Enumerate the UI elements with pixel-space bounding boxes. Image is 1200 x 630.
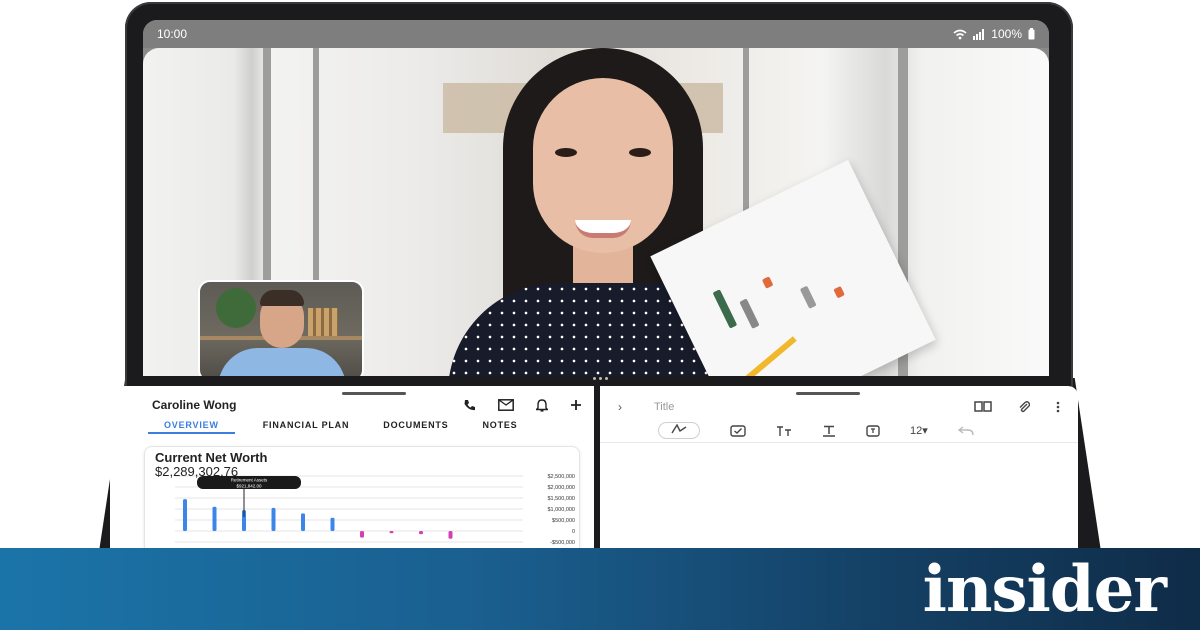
font-size-select[interactable]: 12▾ bbox=[910, 424, 928, 437]
status-icons: 100% bbox=[953, 27, 1035, 41]
caller-eye bbox=[629, 148, 651, 157]
more-vertical-icon[interactable] bbox=[1056, 401, 1060, 413]
pip-plant bbox=[216, 288, 256, 328]
crm-app-pane: Caroline Wong OVERVIEW FINANCIAL PLAN DO… bbox=[110, 386, 594, 550]
y-tick-label: 0 bbox=[572, 529, 575, 535]
client-name: Caroline Wong bbox=[152, 398, 237, 412]
checkbox-icon[interactable] bbox=[730, 424, 746, 437]
pane-grabber[interactable] bbox=[796, 392, 860, 395]
main-video-feed bbox=[143, 48, 1049, 376]
font-size-value: 12 bbox=[910, 425, 923, 437]
y-tick-label: $1,000,000 bbox=[547, 507, 575, 513]
bell-icon[interactable] bbox=[536, 398, 548, 412]
book-icon[interactable] bbox=[974, 401, 992, 412]
paper-bar bbox=[833, 285, 845, 299]
y-tick-label: $500,000 bbox=[552, 518, 575, 524]
chevron-right-icon[interactable]: › bbox=[618, 400, 640, 414]
net-worth-value: $2,289,302.76 bbox=[155, 464, 239, 479]
undo-icon[interactable] bbox=[957, 425, 974, 437]
card-title: Current Net Worth bbox=[155, 450, 268, 465]
tooltip-value: $921,842.00 bbox=[236, 484, 262, 489]
image-icon[interactable] bbox=[866, 424, 880, 437]
self-view-video[interactable] bbox=[198, 280, 364, 376]
crm-tab-bar: OVERVIEW FINANCIAL PLAN DOCUMENTS NOTES bbox=[148, 420, 518, 434]
y-tick-label: -$500,000 bbox=[550, 540, 575, 546]
wifi-icon bbox=[953, 29, 967, 39]
phone-icon[interactable] bbox=[463, 399, 476, 412]
chart-bar[interactable] bbox=[212, 506, 217, 531]
status-time: 10:00 bbox=[157, 27, 188, 41]
pip-hair bbox=[260, 290, 304, 306]
tab-financial-plan[interactable]: FINANCIAL PLAN bbox=[263, 420, 350, 434]
notes-app-pane: › Title 12▾ bbox=[600, 386, 1078, 550]
signal-icon bbox=[973, 28, 985, 40]
pen-icon bbox=[671, 423, 687, 434]
chart-bar[interactable] bbox=[330, 517, 335, 531]
pip-shirt bbox=[218, 348, 346, 376]
chart-bar[interactable] bbox=[448, 531, 453, 539]
caret-down-icon: ▾ bbox=[922, 425, 928, 437]
publisher-banner: insider bbox=[0, 548, 1200, 630]
note-title-input[interactable]: Title bbox=[654, 401, 974, 413]
battery-icon bbox=[1028, 28, 1035, 40]
notes-divider bbox=[600, 442, 1078, 443]
pen-tool[interactable] bbox=[658, 422, 700, 439]
paper-bar bbox=[761, 276, 774, 289]
crm-header: Caroline Wong bbox=[152, 398, 582, 412]
insider-logo: insider bbox=[922, 551, 1167, 627]
hinge-handle[interactable] bbox=[590, 377, 610, 383]
pip-books bbox=[308, 308, 338, 336]
text-style-icon[interactable] bbox=[776, 425, 792, 437]
caller-eye bbox=[555, 148, 577, 157]
battery-percent: 100% bbox=[991, 27, 1022, 41]
y-tick-label: $2,000,000 bbox=[547, 485, 575, 491]
chart-bar[interactable] bbox=[271, 507, 276, 531]
chart-bar[interactable] bbox=[389, 531, 394, 534]
chart-bar[interactable] bbox=[419, 531, 423, 535]
paperclip-icon[interactable] bbox=[1018, 401, 1030, 413]
tab-notes[interactable]: NOTES bbox=[482, 420, 517, 434]
notes-format-tools: 12▾ bbox=[658, 422, 974, 439]
tab-documents[interactable]: DOCUMENTS bbox=[383, 420, 448, 434]
plus-icon[interactable] bbox=[570, 399, 582, 411]
chart-bar[interactable] bbox=[183, 499, 187, 531]
net-worth-card[interactable]: $2,500,000 $2,000,000 $1,500,000 $1,000,000… bbox=[144, 446, 580, 550]
y-tick-label: $1,500,000 bbox=[547, 496, 575, 502]
pane-grabber[interactable] bbox=[342, 392, 406, 395]
mail-icon[interactable] bbox=[498, 398, 514, 411]
y-tick-label: $2,500,000 bbox=[547, 474, 575, 480]
paper-bar bbox=[712, 289, 738, 329]
chart-bar[interactable] bbox=[301, 513, 305, 531]
chart-bar[interactable] bbox=[360, 531, 364, 538]
notes-toolbar: › Title bbox=[600, 400, 1078, 414]
text-format-icon[interactable] bbox=[822, 425, 836, 437]
paper-bar bbox=[739, 298, 760, 329]
tab-overview[interactable]: OVERVIEW bbox=[148, 420, 235, 434]
video-call-screen: 10:00 100% bbox=[143, 20, 1049, 376]
status-bar: 10:00 100% bbox=[143, 20, 1049, 48]
paper-bar bbox=[799, 285, 817, 309]
